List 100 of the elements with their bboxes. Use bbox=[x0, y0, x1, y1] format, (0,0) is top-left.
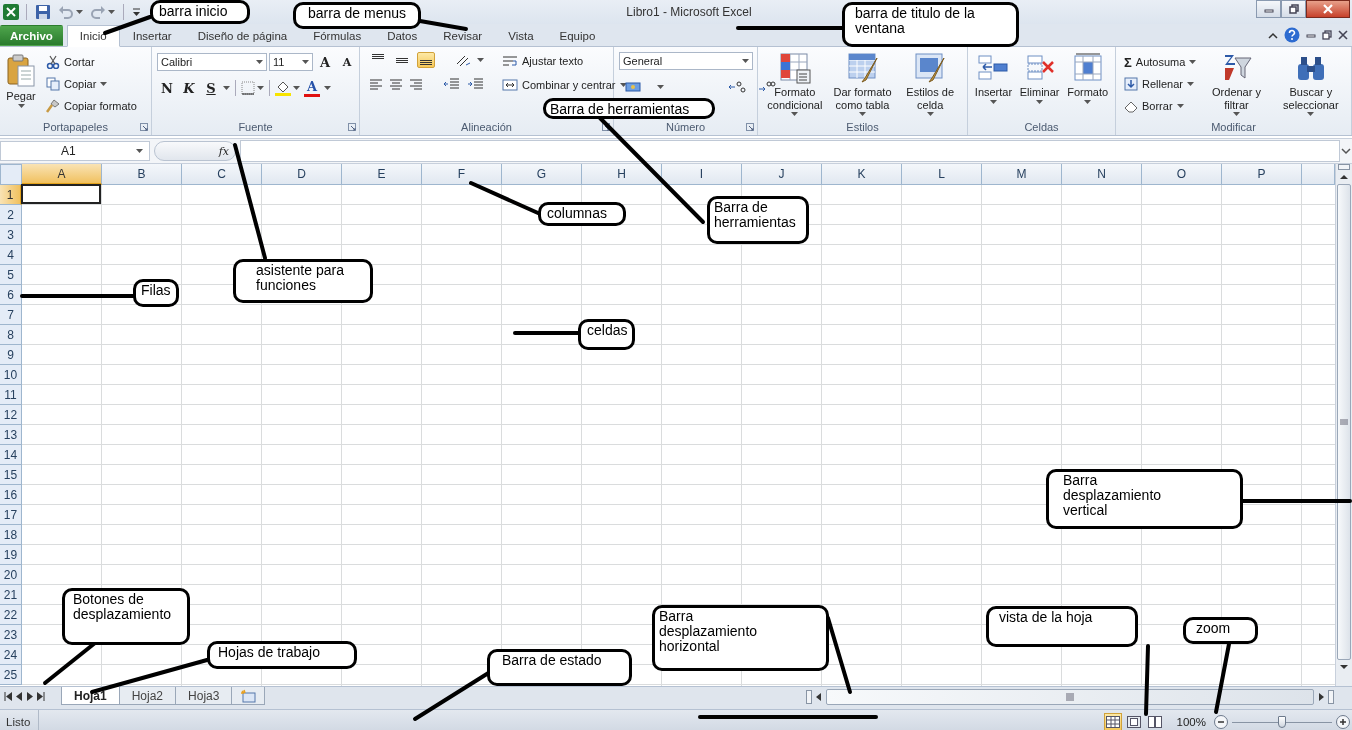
column-header[interactable]: N bbox=[1062, 164, 1142, 185]
column-header[interactable]: H bbox=[582, 164, 662, 185]
row-header[interactable]: 20 bbox=[0, 565, 22, 585]
row-header[interactable]: 1 bbox=[0, 185, 22, 205]
row-header[interactable]: 9 bbox=[0, 345, 22, 365]
ribbon-tab[interactable]: Revisar bbox=[430, 25, 496, 46]
customize-toolbar-button[interactable] bbox=[130, 5, 143, 19]
view-button[interactable] bbox=[1145, 713, 1164, 730]
column-header[interactable]: F bbox=[422, 164, 502, 185]
column-header[interactable]: C bbox=[182, 164, 262, 185]
ribbon-tab[interactable]: Inicio bbox=[66, 25, 120, 47]
column-header[interactable]: A bbox=[22, 164, 102, 185]
column-header[interactable]: G bbox=[502, 164, 582, 185]
ribbon-button[interactable]: Buscar y seleccionar bbox=[1273, 49, 1348, 119]
zoom-out-button[interactable] bbox=[1213, 714, 1229, 730]
font-name-field[interactable]: Calibri bbox=[157, 53, 267, 71]
italic-button[interactable]: K bbox=[179, 78, 199, 98]
row-header[interactable]: 2 bbox=[0, 205, 22, 225]
merge-center-button[interactable]: Combinar y centrar bbox=[499, 75, 630, 95]
font-size-field[interactable]: 11 bbox=[269, 53, 313, 71]
row-header[interactable]: 14 bbox=[0, 445, 22, 465]
column-header[interactable]: D bbox=[262, 164, 342, 185]
row-header[interactable]: 5 bbox=[0, 265, 22, 285]
name-box[interactable]: A1 bbox=[0, 141, 150, 161]
active-cell[interactable] bbox=[21, 184, 101, 204]
autosum-button[interactable]: Σ Autosuma bbox=[1121, 52, 1200, 72]
row-header[interactable]: 6 bbox=[0, 285, 22, 305]
ribbon-button[interactable]: Formato bbox=[1064, 49, 1112, 119]
row-header[interactable]: 13 bbox=[0, 425, 22, 445]
save-button[interactable] bbox=[33, 2, 53, 22]
ribbon-button[interactable]: Estilos de celda bbox=[896, 49, 964, 119]
row-header[interactable]: 23 bbox=[0, 625, 22, 645]
grip-icon bbox=[1066, 693, 1074, 701]
sheet-tab[interactable]: Hoja1 bbox=[61, 687, 120, 705]
clear-button[interactable]: Borrar bbox=[1121, 96, 1187, 116]
row-header[interactable]: 4 bbox=[0, 245, 22, 265]
row-header[interactable]: 25 bbox=[0, 665, 22, 685]
column-header[interactable]: J bbox=[742, 164, 822, 185]
copy-button[interactable]: Copiar bbox=[43, 74, 111, 94]
horizontal-scrollbar[interactable] bbox=[826, 689, 1314, 705]
caret-icon bbox=[302, 60, 309, 64]
row-header[interactable]: 15 bbox=[0, 465, 22, 485]
column-header[interactable]: P bbox=[1222, 164, 1302, 185]
scissors-icon bbox=[46, 55, 60, 69]
row-header[interactable]: 12 bbox=[0, 405, 22, 425]
wrap-text-button[interactable]: Ajustar texto bbox=[499, 51, 587, 71]
ribbon-tab[interactable]: Equipo bbox=[546, 25, 609, 46]
close-button[interactable] bbox=[1306, 0, 1350, 18]
insert-function-button[interactable]: fx bbox=[154, 141, 236, 161]
column-header[interactable]: B bbox=[102, 164, 182, 185]
zoom-in-button[interactable] bbox=[1335, 714, 1351, 730]
shrink-font-button[interactable]: A bbox=[337, 52, 357, 72]
format-painter-button[interactable]: Copiar formato bbox=[43, 96, 140, 116]
column-header[interactable]: K bbox=[822, 164, 902, 185]
cut-button[interactable]: Cortar bbox=[43, 52, 98, 72]
maximize-button[interactable] bbox=[1281, 0, 1306, 18]
row-header[interactable]: 7 bbox=[0, 305, 22, 325]
row-header[interactable]: 19 bbox=[0, 545, 22, 565]
row-header[interactable]: 24 bbox=[0, 645, 22, 665]
sheet-tab[interactable]: Hoja3 bbox=[175, 687, 233, 705]
row-header[interactable]: 10 bbox=[0, 365, 22, 385]
column-header[interactable]: M bbox=[982, 164, 1062, 185]
ribbon-button[interactable]: Insertar bbox=[971, 49, 1016, 119]
ribbon-tab[interactable]: Vista bbox=[495, 25, 547, 46]
row-header[interactable]: 8 bbox=[0, 325, 22, 345]
file-tab[interactable]: Archivo bbox=[0, 25, 63, 46]
vertical-scrollbar[interactable] bbox=[1335, 164, 1352, 686]
column-header[interactable]: E bbox=[342, 164, 422, 185]
worksheet-grid[interactable] bbox=[22, 185, 1335, 686]
group-label: Celdas bbox=[1024, 121, 1059, 133]
row-header[interactable]: 18 bbox=[0, 525, 22, 545]
row-header[interactable]: 16 bbox=[0, 485, 22, 505]
formula-input-field[interactable] bbox=[240, 140, 1340, 162]
ribbon-button[interactable]: Formato condicional bbox=[761, 49, 829, 119]
row-header[interactable]: 17 bbox=[0, 505, 22, 525]
row-header[interactable]: 22 bbox=[0, 605, 22, 625]
plus-icon bbox=[1336, 715, 1350, 729]
ribbon-tab[interactable]: Insertar bbox=[119, 25, 185, 46]
font-color-button[interactable]: A bbox=[302, 78, 322, 98]
paste-button[interactable]: Pegar bbox=[3, 49, 39, 119]
ribbon-button[interactable]: Eliminar bbox=[1016, 49, 1063, 119]
view-button[interactable] bbox=[1124, 713, 1143, 730]
row-header[interactable]: 21 bbox=[0, 585, 22, 605]
ribbon-button[interactable]: Ordenar y filtrar bbox=[1199, 49, 1274, 119]
number-format-field[interactable]: General bbox=[619, 52, 753, 70]
fill-button[interactable]: Rellenar bbox=[1121, 74, 1197, 94]
zoom-slider-thumb[interactable] bbox=[1278, 716, 1286, 728]
underline-button[interactable]: S bbox=[201, 78, 221, 98]
column-header[interactable]: L bbox=[902, 164, 982, 185]
bold-button[interactable]: N bbox=[157, 78, 177, 98]
view-button[interactable] bbox=[1103, 713, 1122, 730]
annotation-callout: Barra de estado bbox=[487, 649, 632, 686]
row-header[interactable]: 11 bbox=[0, 385, 22, 405]
expand-chevron-icon bbox=[1340, 145, 1352, 157]
column-header[interactable]: O bbox=[1142, 164, 1222, 185]
column-header[interactable]: I bbox=[662, 164, 742, 185]
sheet-tab[interactable]: Hoja2 bbox=[118, 687, 177, 705]
grow-font-button[interactable]: A bbox=[315, 52, 335, 72]
ribbon-button[interactable]: Dar formato como tabla bbox=[828, 49, 897, 119]
row-header[interactable]: 3 bbox=[0, 225, 22, 245]
